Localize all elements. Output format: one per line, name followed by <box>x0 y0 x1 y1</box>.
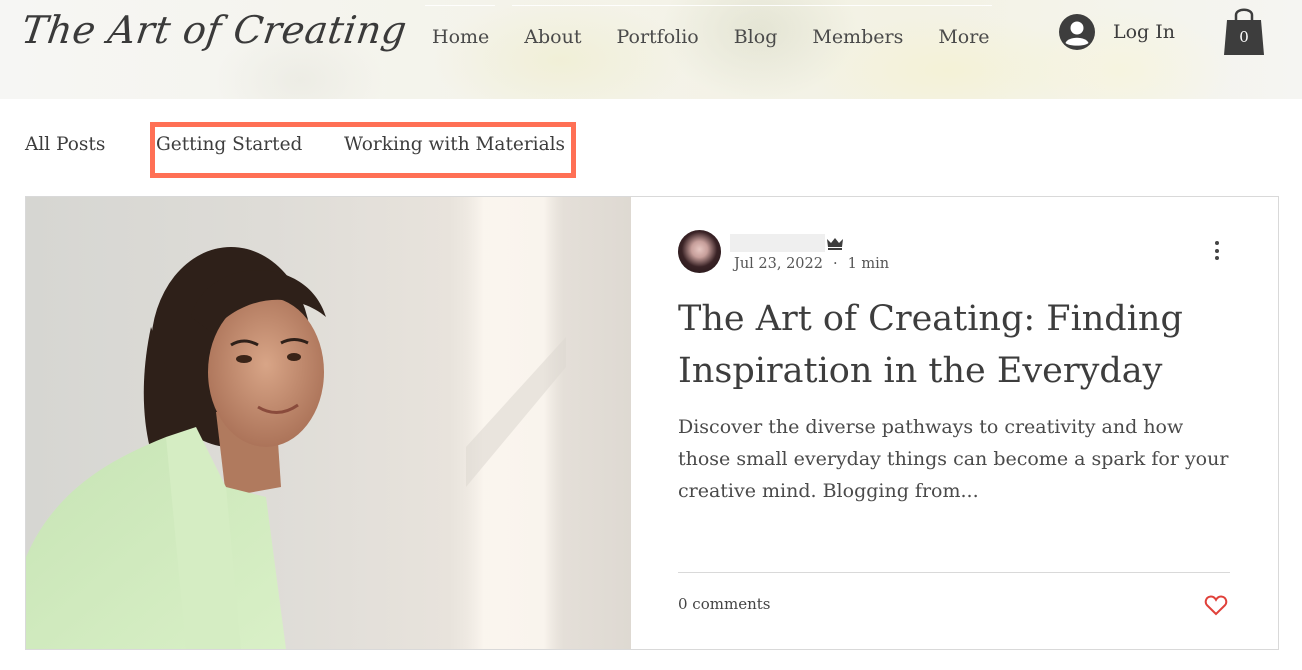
main-nav: Home About Portfolio Blog Members More <box>432 26 1025 48</box>
read-time: 1 min <box>847 256 890 272</box>
woman-portrait-illustration <box>26 197 566 649</box>
login-button[interactable]: Log In <box>1059 14 1175 50</box>
post-meta: Jul 23, 2022 · 1 min <box>734 256 889 272</box>
site-logo[interactable]: The Art of Creating <box>19 8 410 52</box>
nav-item-home[interactable]: Home <box>432 26 489 48</box>
highlight-annotation-box <box>150 122 576 178</box>
nav-item-about[interactable]: About <box>524 26 581 48</box>
more-vertical-icon[interactable] <box>1214 241 1220 263</box>
meta-separator: · <box>832 256 838 272</box>
login-label: Log In <box>1113 21 1176 43</box>
nav-item-more[interactable]: More <box>938 26 989 48</box>
site-header: The Art of Creating Home About Portfolio… <box>0 0 1302 99</box>
post-card-body: Jul 23, 2022 · 1 min The Art of Creating: … <box>678 197 1278 649</box>
post-date: Jul 23, 2022 <box>734 256 823 272</box>
header-decor-line <box>512 5 992 6</box>
author-avatar[interactable] <box>678 230 721 273</box>
nav-item-blog[interactable]: Blog <box>734 26 778 48</box>
header-decor-line <box>425 5 495 6</box>
post-excerpt: Discover the diverse pathways to creativ… <box>678 416 1229 502</box>
crown-icon <box>827 238 843 250</box>
user-avatar-icon <box>1059 14 1095 50</box>
post-cover-image[interactable] <box>26 197 631 649</box>
nav-item-members[interactable]: Members <box>812 26 903 48</box>
category-all-posts[interactable]: All Posts <box>25 134 105 155</box>
nav-item-portfolio[interactable]: Portfolio <box>616 26 698 48</box>
author-name[interactable] <box>730 234 825 252</box>
card-divider <box>678 572 1230 573</box>
heart-icon[interactable] <box>1204 594 1228 616</box>
post-card: Jul 23, 2022 · 1 min The Art of Creating: … <box>25 196 1279 650</box>
cart-count: 0 <box>1239 28 1249 46</box>
comments-count[interactable]: 0 comments <box>678 595 770 613</box>
cart-button[interactable]: 0 <box>1222 4 1266 56</box>
post-title[interactable]: The Art of Creating: Finding Inspiration… <box>678 293 1238 397</box>
